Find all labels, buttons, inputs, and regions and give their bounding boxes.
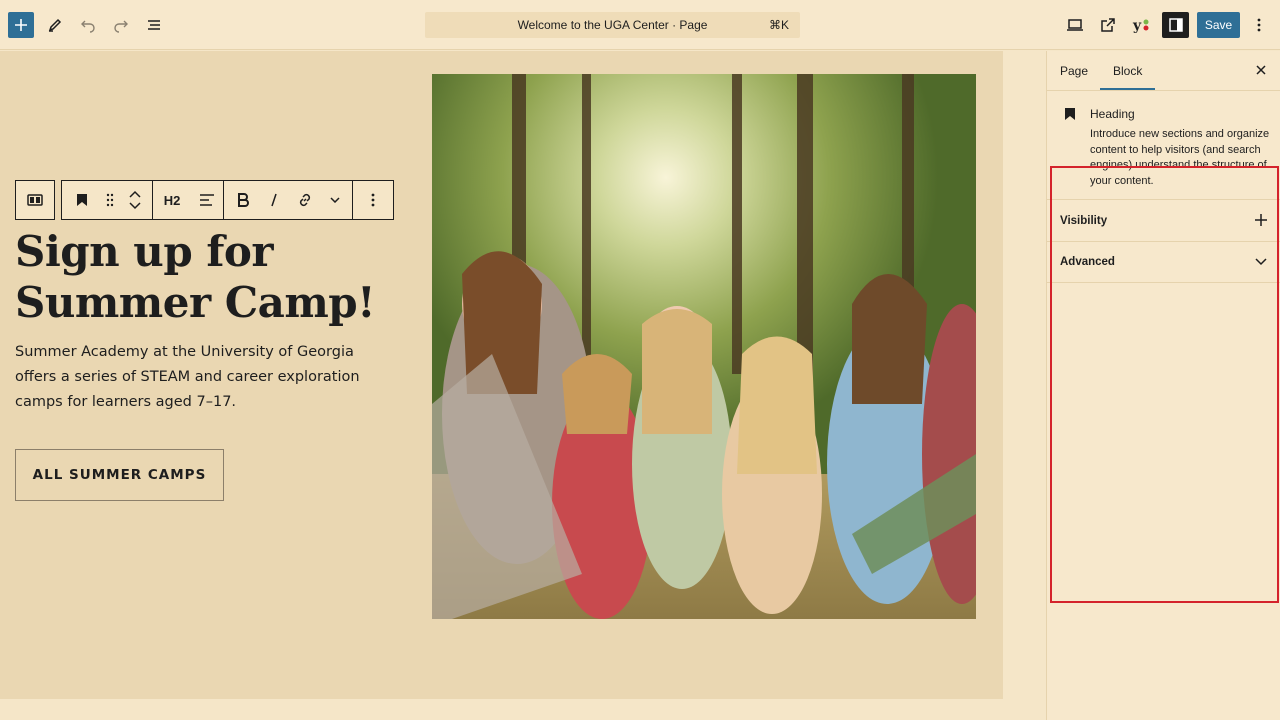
- pencil-icon: [48, 18, 62, 32]
- italic-icon: [271, 193, 277, 207]
- select-parent-button[interactable]: [15, 180, 55, 220]
- external-link-icon: [1101, 18, 1115, 32]
- block-options-button[interactable]: [353, 181, 393, 219]
- link-icon: [299, 193, 311, 207]
- tab-block[interactable]: Block: [1113, 64, 1142, 78]
- italic-button[interactable]: [262, 181, 286, 219]
- block-toolbar-main: H2: [61, 180, 394, 220]
- canvas-gutter: [1003, 51, 1045, 720]
- highlight-box: [1050, 166, 1279, 603]
- redo-button[interactable]: [108, 12, 134, 38]
- heading-line: Summer Camp!: [15, 278, 376, 327]
- chevron-down-icon: [330, 197, 340, 203]
- bold-icon: [238, 193, 249, 207]
- chevron-down-icon[interactable]: [129, 202, 141, 210]
- list-view-button[interactable]: [141, 12, 167, 38]
- chevron-up-icon[interactable]: [129, 190, 141, 198]
- close-icon: [1256, 65, 1266, 75]
- link-button[interactable]: [286, 181, 324, 219]
- tools-button[interactable]: [42, 12, 68, 38]
- block-type-button[interactable]: [62, 181, 102, 219]
- heading-line: Sign up for: [15, 227, 274, 276]
- tab-page[interactable]: Page: [1060, 64, 1088, 78]
- view-page-button[interactable]: [1095, 12, 1121, 38]
- page-heading[interactable]: Sign up for Summer Camp!: [15, 226, 415, 328]
- close-sidebar-button[interactable]: [1254, 63, 1268, 82]
- settings-toggle-button[interactable]: [1162, 12, 1189, 38]
- align-left-icon: [200, 194, 214, 206]
- plus-icon: [15, 19, 27, 31]
- drag-handle-icon: [106, 193, 114, 207]
- editor-top-bar: Welcome to the UGA Center · Page ⌘K y Sa…: [0, 0, 1280, 50]
- forest-kids-image: [432, 74, 976, 619]
- intro-paragraph[interactable]: Summer Academy at the University of Geor…: [15, 340, 395, 415]
- active-tab-indicator: [1100, 88, 1155, 90]
- move-buttons[interactable]: [118, 181, 152, 219]
- svg-text:y: y: [1132, 18, 1142, 34]
- command-palette-bar[interactable]: Welcome to the UGA Center · Page ⌘K: [425, 12, 800, 38]
- list-view-icon: [148, 20, 160, 30]
- undo-button[interactable]: [75, 12, 101, 38]
- yoast-seo-button[interactable]: y: [1128, 12, 1154, 38]
- camp-photo[interactable]: [432, 74, 976, 619]
- redo-icon: [114, 20, 128, 33]
- add-block-button[interactable]: [8, 12, 34, 38]
- sidebar-tabs: Page Block: [1047, 51, 1280, 91]
- canvas-footer-strip: [0, 699, 1045, 720]
- undo-icon: [81, 20, 95, 33]
- columns-icon: [27, 194, 43, 206]
- yoast-icon: y: [1132, 18, 1149, 34]
- preview-button[interactable]: [1062, 12, 1088, 38]
- block-toolbar: H2: [15, 180, 394, 220]
- settings-panel-icon: [1168, 18, 1183, 32]
- shortcut-hint: ⌘K: [768, 18, 789, 32]
- heading-level-button[interactable]: H2: [153, 181, 191, 219]
- more-formatting-button[interactable]: [324, 181, 346, 219]
- document-title: Welcome to the UGA Center · Page: [517, 18, 708, 32]
- bookmark-icon: [1065, 108, 1075, 120]
- more-options-icon: [371, 193, 375, 207]
- all-summer-camps-button[interactable]: ALL SUMMER CAMPS: [15, 449, 224, 501]
- more-options-icon: [1257, 18, 1261, 32]
- bookmark-icon: [77, 194, 87, 206]
- options-button[interactable]: [1246, 12, 1272, 38]
- save-button[interactable]: Save: [1197, 12, 1240, 38]
- block-card-title: Heading: [1090, 107, 1135, 121]
- bold-button[interactable]: [224, 181, 262, 219]
- desktop-preview-icon: [1067, 19, 1083, 31]
- text-align-button[interactable]: [191, 181, 223, 219]
- drag-handle[interactable]: [102, 181, 118, 219]
